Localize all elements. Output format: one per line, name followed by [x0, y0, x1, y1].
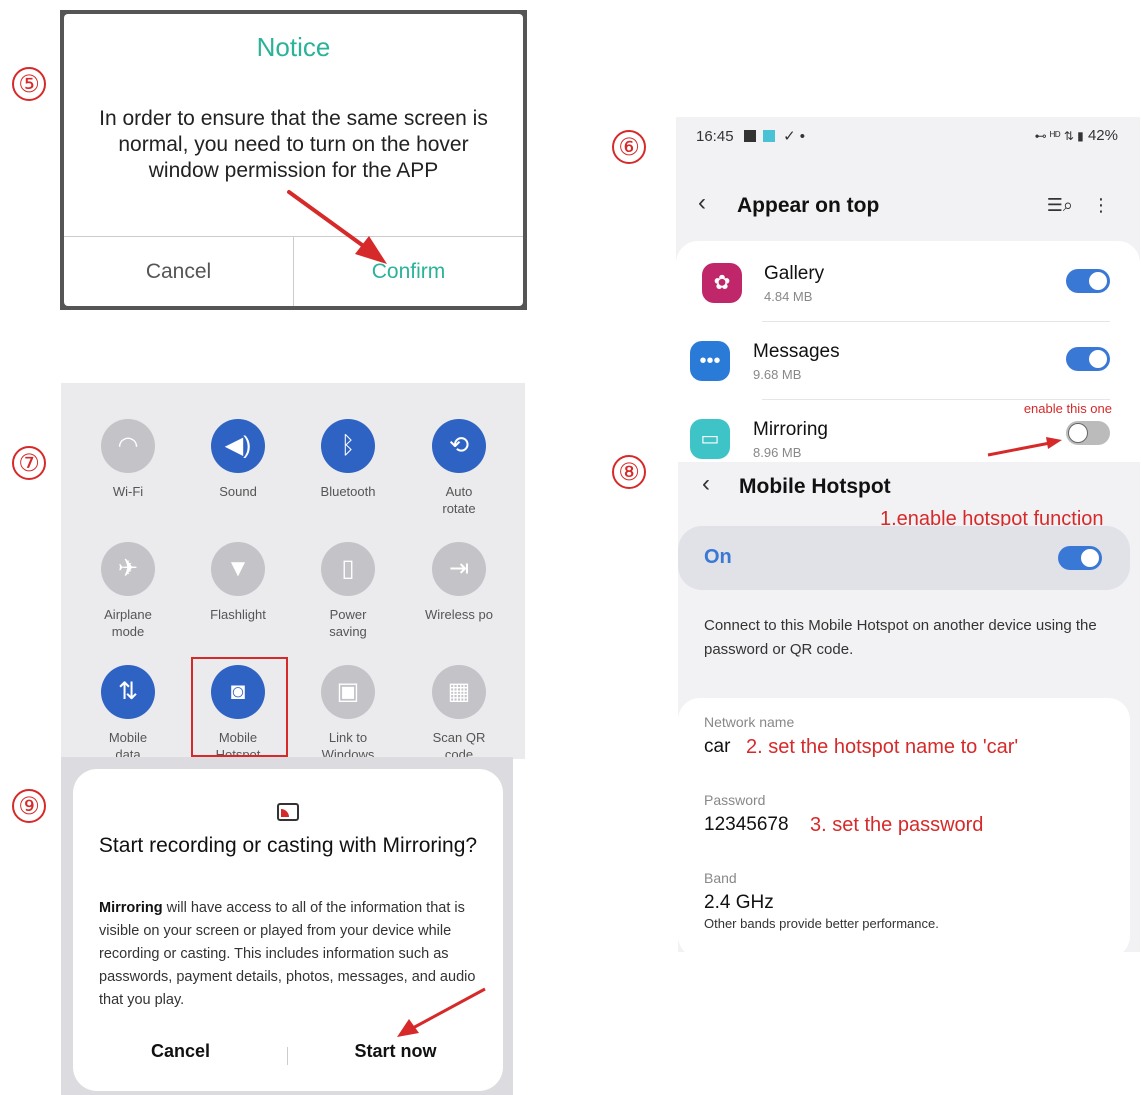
tile-mobile-data[interactable]: ⇅ Mobile data	[73, 665, 183, 759]
app-name: Mirroring	[99, 900, 163, 916]
tile-label: Auto rotate	[442, 484, 476, 516]
notice-title: Notice	[256, 32, 331, 62]
app-size: 4.84 MB	[764, 289, 813, 304]
network-name-value[interactable]: car	[704, 736, 730, 758]
divider	[762, 399, 1110, 400]
back-icon[interactable]: ‹	[702, 470, 710, 498]
list-item[interactable]: ✿ Gallery 4.84 MB	[676, 251, 1140, 329]
tile-label: Airplane mode	[104, 607, 152, 639]
step-8-marker: ⑧	[612, 455, 646, 489]
tile-bluetooth[interactable]: ᛒ Bluetooth	[293, 419, 403, 500]
tile-scan-qr[interactable]: ▦ Scan QR code	[404, 665, 514, 759]
bluetooth-icon: ᛒ	[321, 419, 375, 473]
qr-icon: ▦	[432, 665, 486, 719]
status-time: 16:45 ✓ •	[696, 128, 806, 145]
mirroring-toggle[interactable]	[1066, 421, 1110, 445]
hotspot-settings-card: Network name car 2. set the hotspot name…	[678, 698, 1130, 952]
airplane-icon: ✈	[101, 542, 155, 596]
quick-settings-panel: ◠ Wi-Fi ◀) Sound ᛒ Bluetooth ⟲ Auto rota…	[61, 383, 525, 759]
flashlight-icon: ▼	[211, 542, 265, 596]
band-value[interactable]: 2.4 GHz	[704, 892, 774, 914]
hotspot-toggle[interactable]	[1058, 546, 1102, 570]
step-7-marker: ⑦	[12, 446, 46, 480]
app-name: Messages	[753, 341, 840, 362]
network-name-label: Network name	[704, 714, 795, 730]
network-name-note: 2. set the hotspot name to 'car'	[746, 736, 1019, 758]
tile-power-saving[interactable]: ▯ Power saving	[293, 542, 403, 640]
more-options-icon[interactable]: ⋮	[1092, 195, 1110, 215]
tile-label: Sound	[219, 484, 257, 499]
tile-link-windows[interactable]: ▣ Link to Windows	[293, 665, 403, 759]
cast-dialog-screen: Start recording or casting with Mirrorin…	[61, 757, 513, 1095]
cancel-button[interactable]: Cancel	[73, 1041, 288, 1062]
password-note: 3. set the password	[810, 814, 984, 836]
app-size: 9.68 MB	[753, 367, 802, 382]
arrow-to-confirm-icon	[287, 190, 387, 264]
gallery-icon: ✿	[702, 263, 742, 303]
mirroring-icon: ▭	[690, 419, 730, 459]
notice-body: In order to ensure that the same screen …	[99, 107, 488, 182]
back-icon[interactable]: ‹	[698, 189, 706, 217]
rotate-icon: ⟲	[432, 419, 486, 473]
tile-label: Power saving	[329, 607, 367, 639]
enable-note: enable this one	[1023, 401, 1112, 416]
hotspot-highlight-box	[191, 657, 288, 757]
tile-label: Mobile data	[108, 730, 148, 759]
app-name: Gallery	[764, 263, 825, 284]
hotspot-switch-row[interactable]: On	[678, 526, 1130, 590]
divider	[762, 321, 1110, 322]
notice-dialog-frame: Notice In order to ensure that the same …	[60, 10, 527, 310]
appear-on-top-screen: 16:45 ✓ • ⊷ ᴴᴰ ⇅ ▮ 42% ‹ Appear on top ☰…	[676, 117, 1140, 462]
band-label: Band	[704, 870, 737, 886]
tile-label: Flashlight	[210, 607, 266, 622]
on-label: On	[704, 546, 732, 568]
hotspot-description: Connect to this Mobile Hotspot on anothe…	[704, 617, 1097, 658]
messages-icon: •••	[690, 341, 730, 381]
wireless-power-icon: ⇥	[432, 542, 486, 596]
step-9-marker: ⑨	[12, 789, 46, 823]
step-5-marker: ⑤	[12, 67, 46, 101]
password-value[interactable]: 12345678	[704, 814, 789, 836]
password-label: Password	[704, 792, 766, 808]
data-icon: ⇅	[101, 665, 155, 719]
tile-auto-rotate[interactable]: ⟲ Auto rotate	[404, 419, 514, 517]
divider	[287, 1047, 288, 1065]
arrow-to-toggle-icon	[987, 437, 1062, 457]
sound-icon: ◀)	[211, 419, 265, 473]
tile-label: Wireless po	[425, 607, 493, 622]
messages-toggle[interactable]	[1066, 347, 1110, 371]
status-battery: ⊷ ᴴᴰ ⇅ ▮ 42%	[1034, 127, 1118, 144]
list-item[interactable]: ▭ Mirroring 8.96 MB enable this one	[676, 401, 1140, 462]
tile-wifi[interactable]: ◠ Wi-Fi	[73, 419, 183, 500]
tile-label: Wi-Fi	[112, 484, 144, 499]
tile-airplane[interactable]: ✈ Airplane mode	[73, 542, 183, 640]
tile-wireless-power[interactable]: ⇥ Wireless po	[404, 542, 514, 623]
step-6-marker: ⑥	[612, 130, 646, 164]
tile-sound[interactable]: ◀) Sound	[183, 419, 293, 500]
search-filter-icon[interactable]: ☰⌕ ⋮	[1047, 195, 1110, 216]
mobile-hotspot-screen: ‹ Mobile Hotspot 1.enable hotspot functi…	[678, 462, 1140, 952]
arrow-to-start-icon	[397, 987, 486, 1037]
page-title: Mobile Hotspot	[739, 475, 891, 498]
tile-label: Scan QR code	[432, 730, 486, 759]
dialog-title: Start recording or casting with Mirrorin…	[98, 834, 478, 857]
tile-flashlight[interactable]: ▼ Flashlight	[183, 542, 293, 623]
list-item[interactable]: ••• Messages 9.68 MB	[676, 329, 1140, 407]
band-subtext: Other bands provide better performance.	[704, 916, 939, 931]
wifi-icon: ◠	[101, 419, 155, 473]
tile-label: Bluetooth	[320, 484, 376, 499]
app-size: 8.96 MB	[753, 445, 802, 460]
link-windows-icon: ▣	[321, 665, 375, 719]
tile-label: Link to Windows	[321, 730, 375, 759]
app-list: ✿ Gallery 4.84 MB ••• Messages 9.68 MB ▭…	[676, 241, 1140, 462]
cancel-button[interactable]: Cancel	[64, 237, 294, 306]
gallery-toggle[interactable]	[1066, 269, 1110, 293]
cast-icon	[277, 803, 299, 821]
page-title: Appear on top	[737, 194, 880, 217]
battery-icon: ▯	[321, 542, 375, 596]
app-name: Mirroring	[753, 419, 828, 440]
